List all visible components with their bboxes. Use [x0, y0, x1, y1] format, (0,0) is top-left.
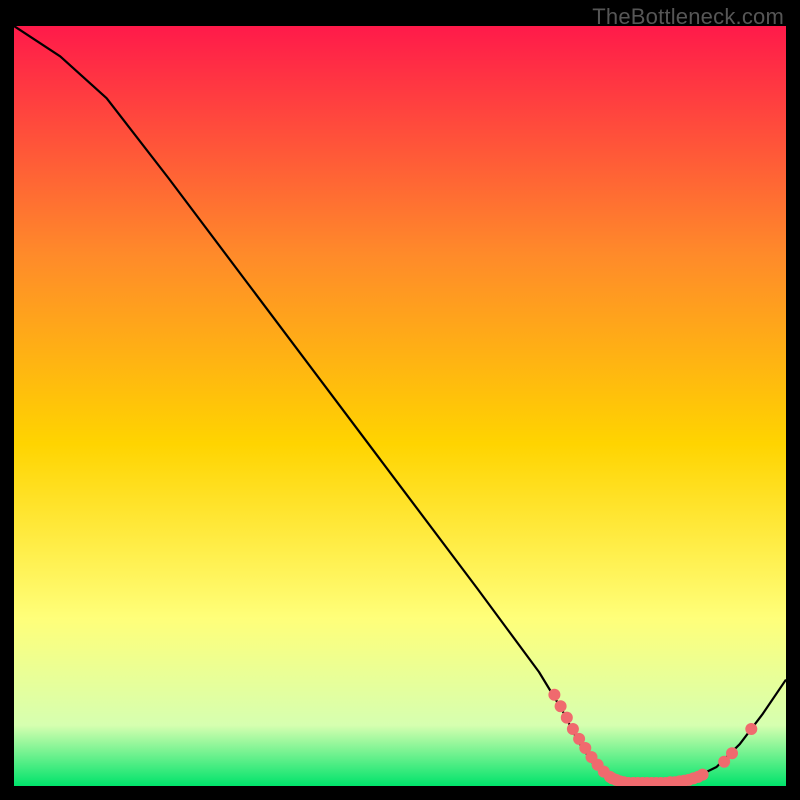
data-marker — [697, 769, 709, 781]
chart-frame — [14, 26, 786, 786]
data-marker — [726, 747, 738, 759]
watermark-text: TheBottleneck.com — [592, 4, 784, 30]
data-marker — [567, 723, 579, 735]
bottleneck-chart — [14, 26, 786, 786]
data-marker — [561, 712, 573, 724]
data-marker — [555, 700, 567, 712]
data-marker — [745, 723, 757, 735]
gradient-background — [14, 26, 786, 786]
data-marker — [548, 689, 560, 701]
